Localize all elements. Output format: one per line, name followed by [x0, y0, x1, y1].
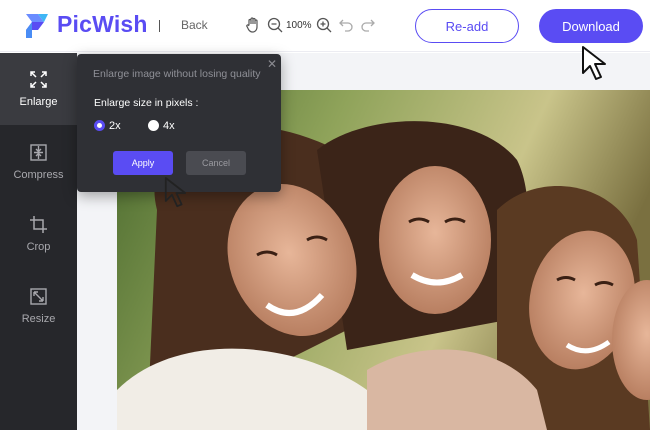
zoom-level: 100% — [286, 20, 312, 31]
redo-icon[interactable] — [359, 16, 377, 34]
radio-4x[interactable] — [148, 120, 159, 131]
sidebar-item-label: Enlarge — [19, 96, 58, 108]
sidebar-item-label: Crop — [26, 241, 51, 253]
cancel-button[interactable]: Cancel — [186, 151, 246, 175]
hand-icon[interactable] — [244, 16, 262, 34]
enlarge-popup: ✕ Enlarge image without losing quality E… — [77, 54, 281, 192]
tool-sidebar: Enlarge Compress Crop Resize — [0, 53, 77, 430]
sidebar-item-enlarge[interactable]: Enlarge — [0, 53, 77, 125]
zoom-in-icon[interactable] — [315, 16, 333, 34]
undo-icon[interactable] — [337, 16, 355, 34]
divider — [159, 20, 160, 32]
radio-2x[interactable] — [94, 120, 105, 131]
brand-name: PicWish — [57, 11, 148, 37]
top-bar: PicWish Back 100% Re-add Download — [0, 0, 650, 52]
back-button[interactable]: Back — [181, 18, 208, 32]
zoom-out-icon[interactable] — [266, 16, 284, 34]
enlarge-size-label: Enlarge size in pixels : — [94, 97, 199, 109]
popup-hint: Enlarge image without losing quality — [93, 68, 261, 80]
sidebar-item-label: Resize — [21, 313, 56, 325]
close-icon[interactable]: ✕ — [267, 57, 277, 71]
compress-icon — [30, 144, 47, 161]
sidebar-item-compress[interactable]: Compress — [0, 126, 77, 198]
re-add-button[interactable]: Re-add — [415, 9, 519, 43]
download-button[interactable]: Download — [539, 9, 643, 43]
sidebar-item-crop[interactable]: Crop — [0, 198, 77, 270]
enlarge-icon — [30, 71, 47, 88]
picwish-logo-icon — [26, 14, 48, 38]
radio-label-2x: 2x — [109, 120, 121, 132]
sidebar-item-label: Compress — [13, 169, 64, 181]
crop-icon — [30, 216, 47, 233]
resize-icon — [30, 288, 47, 305]
radio-label-4x: 4x — [163, 120, 175, 132]
sidebar-item-resize[interactable]: Resize — [0, 270, 77, 342]
apply-button[interactable]: Apply — [113, 151, 173, 175]
